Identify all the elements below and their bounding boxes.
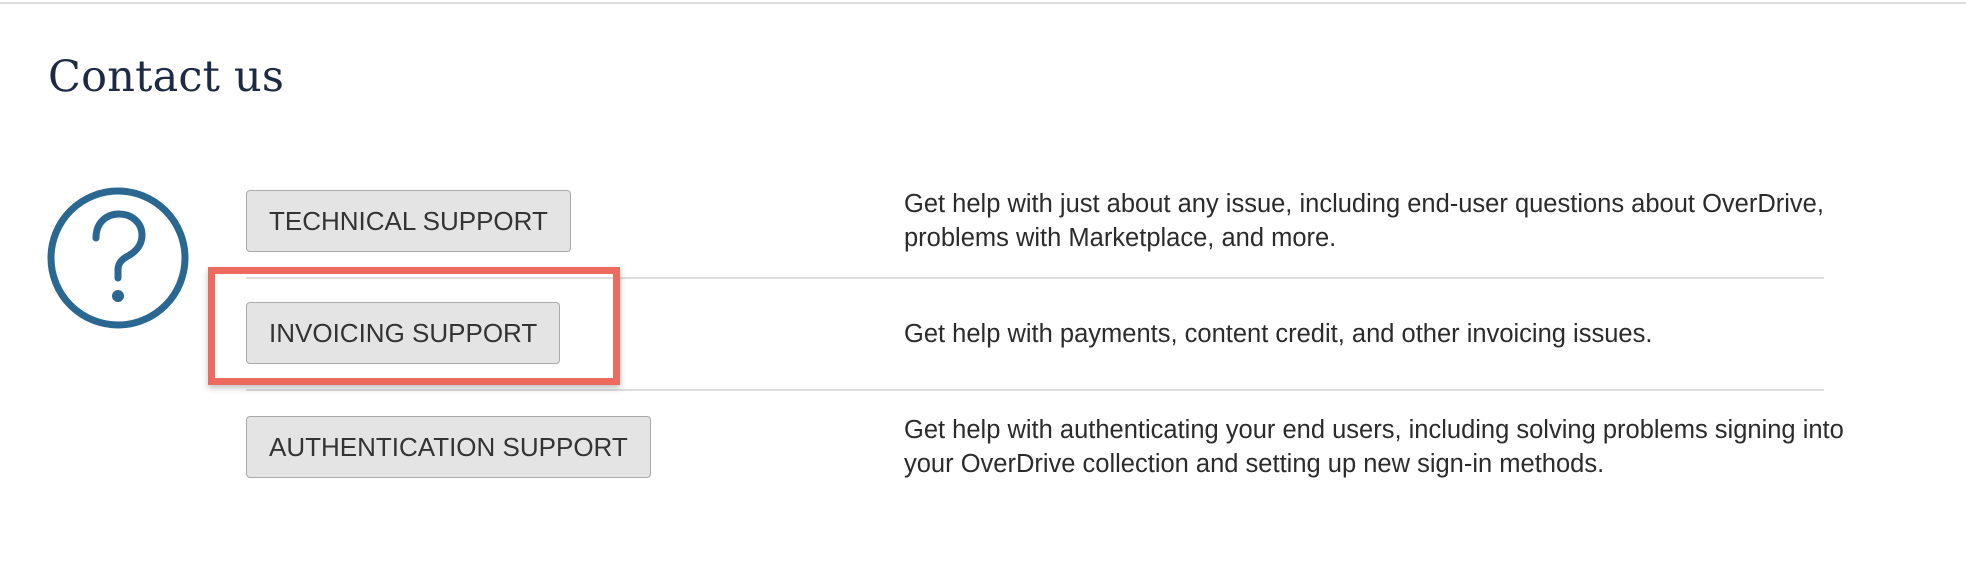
technical-support-description: Get help with just about any issue, incl… bbox=[904, 190, 1824, 252]
support-row-technical: TECHNICAL SUPPORT Get help with just abo… bbox=[246, 190, 1824, 280]
invoicing-support-description: Get help with payments, content credit, … bbox=[904, 320, 1653, 348]
authentication-support-button[interactable]: AUTHENTICATION SUPPORT bbox=[246, 416, 651, 478]
row-divider bbox=[246, 277, 1824, 279]
technical-support-button[interactable]: TECHNICAL SUPPORT bbox=[246, 190, 571, 252]
row-divider bbox=[246, 389, 1824, 391]
support-row-invoicing: INVOICING SUPPORT Get help with payments… bbox=[246, 302, 1824, 372]
question-circle-icon bbox=[47, 187, 189, 329]
invoicing-support-button[interactable]: INVOICING SUPPORT bbox=[246, 302, 561, 364]
top-divider bbox=[0, 2, 1966, 4]
page-title: Contact us bbox=[48, 52, 285, 102]
support-row-authentication: AUTHENTICATION SUPPORT Get help with aut… bbox=[246, 416, 1844, 506]
authentication-support-description: Get help with authenticating your end us… bbox=[904, 416, 1844, 478]
